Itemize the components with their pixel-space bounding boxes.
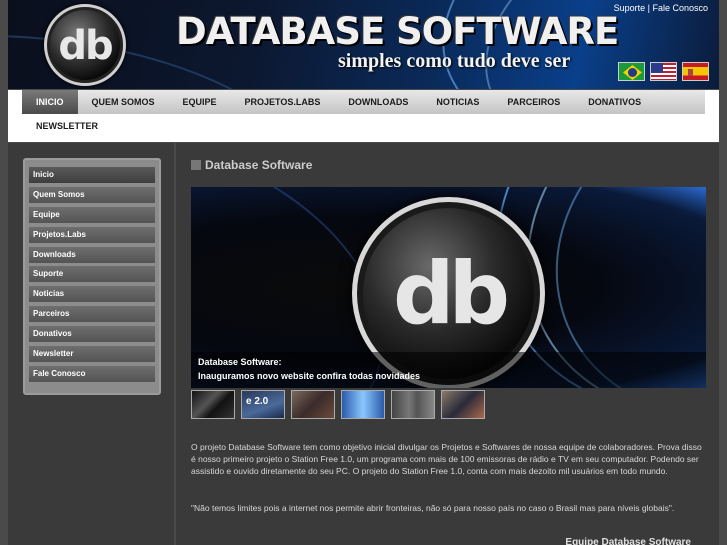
sidebar-menu: Inicio Quem Somos Equipe Projetos.Labs D…: [23, 158, 161, 395]
nav-item-equipe[interactable]: EQUIPE: [169, 90, 231, 114]
sidebar-item-fale-conosco[interactable]: Fale Conosco: [29, 365, 155, 382]
logo-text: db: [58, 23, 113, 69]
nav-item-projetos-labs[interactable]: PROJETOS.LABS: [231, 90, 335, 114]
sidebar-column: Inicio Quem Somos Equipe Projetos.Labs D…: [8, 143, 174, 545]
sidebar-item-donativos[interactable]: Donativos: [29, 326, 155, 343]
sidebar-item-quem-somos[interactable]: Quem Somos: [29, 186, 155, 203]
site-logo[interactable]: db: [44, 4, 126, 86]
site-tagline: simples como tudo deve ser: [338, 50, 571, 72]
banner-thumbnails: e 2.0: [191, 390, 485, 419]
banner-thumbnail[interactable]: [441, 390, 485, 419]
nav-item-noticias[interactable]: NOTICIAS: [422, 90, 493, 114]
team-signature: Equipe Database Software: [565, 537, 691, 545]
nav-bar: INICIO QUEM SOMOS EQUIPE PROJETOS.LABS D…: [22, 90, 705, 114]
banner-caption-text: Inauguramos novo website confira todas n…: [198, 371, 421, 381]
suporte-link[interactable]: Suporte: [614, 3, 646, 13]
sidebar-item-downloads[interactable]: Downloads: [29, 246, 155, 263]
nav-item-parceiros[interactable]: PARCEIROS: [493, 90, 574, 114]
nav-item-inicio[interactable]: INICIO: [22, 90, 78, 114]
square-bullet-icon: [191, 160, 201, 170]
sidebar-item-noticias[interactable]: Noticias: [29, 286, 155, 303]
nav-bar-second-row: NEWSLETTER: [22, 114, 705, 138]
banner-caption: Database Software: Inauguramos novo webs…: [191, 352, 706, 388]
sidebar-item-projetos-labs[interactable]: Projetos.Labs: [29, 226, 155, 243]
top-links-separator: |: [647, 3, 650, 13]
section-title: Database Software: [191, 158, 312, 172]
nav-item-quem-somos[interactable]: QUEM SOMOS: [78, 90, 169, 114]
mission-quote: "Não temos limites pois a internet nos p…: [191, 503, 675, 513]
usa-flag-icon[interactable]: [650, 62, 677, 81]
main-content: Database Software db Database Software: …: [176, 143, 719, 545]
nav-item-downloads[interactable]: DOWNLOADS: [334, 90, 422, 114]
site-title: DATABASE SOFTWARE: [176, 10, 619, 53]
banner-thumbnail[interactable]: [191, 390, 235, 419]
main-nav: INICIO QUEM SOMOS EQUIPE PROJETOS.LABS D…: [8, 90, 719, 142]
banner-caption-title: Database Software:: [198, 357, 282, 367]
fale-conosco-link[interactable]: Fale Conosco: [652, 3, 708, 13]
nav-item-donativos[interactable]: DONATIVOS: [574, 90, 655, 114]
sidebar-item-inicio[interactable]: Inicio: [29, 167, 155, 183]
spain-flag-icon[interactable]: [682, 62, 709, 81]
language-flags: [618, 62, 709, 81]
site-header: db DATABASE SOFTWARE simples como tudo d…: [8, 0, 719, 89]
sidebar-item-suporte[interactable]: Suporte: [29, 266, 155, 283]
intro-paragraph: O projeto Database Software tem como obj…: [191, 442, 702, 476]
banner-thumbnail[interactable]: [291, 390, 335, 419]
banner-thumbnail[interactable]: e 2.0: [241, 390, 285, 419]
section-title-text: Database Software: [205, 158, 313, 172]
nav-item-newsletter[interactable]: NEWSLETTER: [22, 114, 112, 138]
sidebar-item-parceiros[interactable]: Parceiros: [29, 306, 155, 323]
top-links: Suporte | Fale Conosco: [614, 3, 708, 13]
sidebar-item-equipe[interactable]: Equipe: [29, 206, 155, 223]
sidebar-item-newsletter[interactable]: Newsletter: [29, 346, 155, 363]
thumbnail-label: e 2.0: [246, 396, 269, 407]
banner-thumbnail[interactable]: [341, 390, 385, 419]
banner-thumbnail[interactable]: [391, 390, 435, 419]
brazil-flag-icon[interactable]: [618, 62, 645, 81]
banner-logo-text: db: [392, 244, 510, 344]
featured-banner[interactable]: db Database Software: Inauguramos novo w…: [191, 187, 706, 388]
